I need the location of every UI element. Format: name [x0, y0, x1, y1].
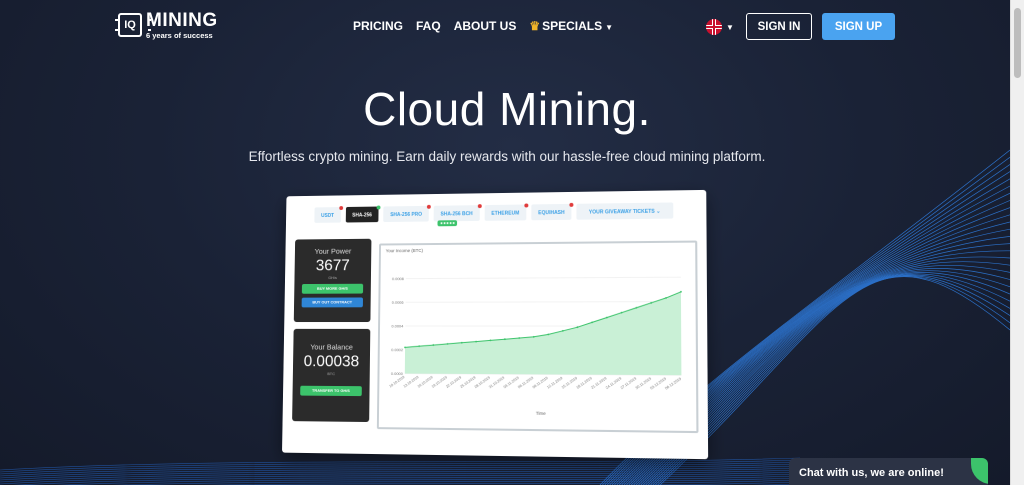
income-chart: Your Income (BTC) 0.0000 0.0002 0.0004 0.00…: [376, 240, 699, 434]
y-tick-label: 0.0002: [391, 347, 403, 352]
mockup-tab-sha256-pro: SHA-256 PRO: [383, 204, 431, 223]
wave-line: [659, 276, 1010, 485]
mockup-tab-giveaway: YOUR GIVEAWAY TICKETS ⌄: [576, 202, 673, 220]
income-point: [547, 333, 550, 336]
income-point: [475, 340, 478, 343]
caret-down-icon: ▼: [605, 23, 614, 32]
menu-item-faq[interactable]: FAQ: [416, 19, 441, 33]
income-point: [591, 321, 594, 324]
balance-unit: BTC: [327, 371, 336, 377]
income-point: [680, 290, 682, 293]
buy-more-button: BUY MORE GH/S: [301, 283, 364, 294]
caret-down-icon: ▼: [726, 22, 734, 32]
page-scrollbar[interactable]: [1010, 0, 1024, 485]
chat-status-icon: [971, 458, 988, 484]
power-panel: Your Power 3677 GH/s BUY MORE GH/S BUY O…: [293, 238, 372, 323]
sign-up-button[interactable]: SIGN UP: [822, 13, 895, 40]
chevron-down-icon: ⌄: [656, 208, 661, 215]
top-navigation: IQ MINING 6 years of success PRICING FAQ…: [0, 0, 1010, 54]
income-point: [620, 311, 623, 314]
y-tick-label: 0.0004: [391, 323, 404, 328]
income-point: [635, 306, 638, 309]
balance-panel: Your Balance 0.00038 BTC TRANSFER TO GH/…: [292, 328, 371, 423]
mockup-tab-equihash: EQUIHASH: [531, 202, 574, 221]
buy-out-button: BUY OUT CONTRACT: [301, 297, 363, 308]
income-point: [532, 335, 535, 338]
chat-label: Chat with us, we are online!: [799, 467, 944, 479]
transfer-button: TRANSFER TO GH/S: [300, 385, 362, 397]
y-tick-label: 0.0008: [392, 276, 404, 281]
income-chart-svg: 0.00000.00020.00040.00060.000810.10.2019…: [389, 276, 697, 416]
income-point: [432, 344, 435, 346]
mockup-tab-sha256: SHA-256: [345, 205, 381, 223]
income-area: [404, 291, 682, 376]
mockup-tab-sha256-bch: SHA-256 BCH ■ ■ ■ ■ ■: [433, 204, 482, 227]
sign-in-button[interactable]: SIGN IN: [746, 13, 812, 40]
chart-gridline: [406, 302, 681, 303]
hero-title: Cloud Mining.: [363, 83, 651, 135]
crown-icon: ♛: [529, 19, 541, 33]
menu-item-pricing[interactable]: PRICING: [353, 19, 403, 33]
dashboard-mockup: USDT SHA-256 SHA-256 PRO SHA-256 BCH ■ ■ …: [282, 189, 709, 460]
x-tick-label: 06.12.2019: [664, 377, 682, 391]
mockup-tab-usdt: USDT: [314, 206, 343, 223]
income-point: [503, 338, 506, 341]
uk-flag-icon: [706, 19, 722, 35]
income-point: [446, 342, 449, 345]
balance-label: Your Balance: [310, 342, 353, 352]
language-selector[interactable]: ▼: [706, 19, 734, 35]
wave-line: [657, 275, 1010, 485]
income-point: [605, 316, 608, 319]
logo-tagline: 6 years of success: [146, 31, 213, 40]
income-point: [561, 329, 564, 332]
menu-item-specials[interactable]: ♛ SPECIALS ▼: [529, 19, 613, 33]
balance-value: 0.00038: [303, 353, 360, 371]
income-point: [665, 297, 667, 299]
power-label: Your Power: [314, 246, 352, 256]
logo[interactable]: IQ MINING 6 years of success: [115, 10, 218, 40]
income-point: [518, 337, 521, 339]
hero-subtitle: Effortless crypto mining. Earn daily rew…: [248, 149, 766, 164]
income-point: [650, 301, 653, 304]
logo-name: MINING: [146, 10, 218, 31]
mockup-tab-ethereum: ETHEREUM: [484, 203, 529, 221]
main-menu: PRICING FAQ ABOUT US ♛ SPECIALS ▼: [353, 19, 613, 33]
scrollbar-thumb[interactable]: [1014, 8, 1021, 78]
chart-gridline: [406, 277, 681, 278]
income-point: [418, 345, 421, 348]
power-value: 3677: [315, 257, 350, 275]
mockup-tabs: USDT SHA-256 SHA-256 PRO SHA-256 BCH ■ ■ …: [314, 202, 673, 227]
income-point: [489, 339, 491, 341]
x-axis-label: Time: [536, 411, 547, 416]
power-unit: GH/s: [328, 275, 337, 281]
chart-title: Your Income (BTC): [385, 248, 423, 254]
y-tick-label: 0.0006: [392, 300, 404, 305]
income-point: [576, 326, 579, 329]
logo-chip-icon: IQ: [115, 13, 151, 38]
live-chat-widget[interactable]: Chat with us, we are online!: [789, 458, 988, 485]
income-point: [460, 341, 463, 344]
menu-item-about-us[interactable]: ABOUT US: [454, 19, 517, 33]
